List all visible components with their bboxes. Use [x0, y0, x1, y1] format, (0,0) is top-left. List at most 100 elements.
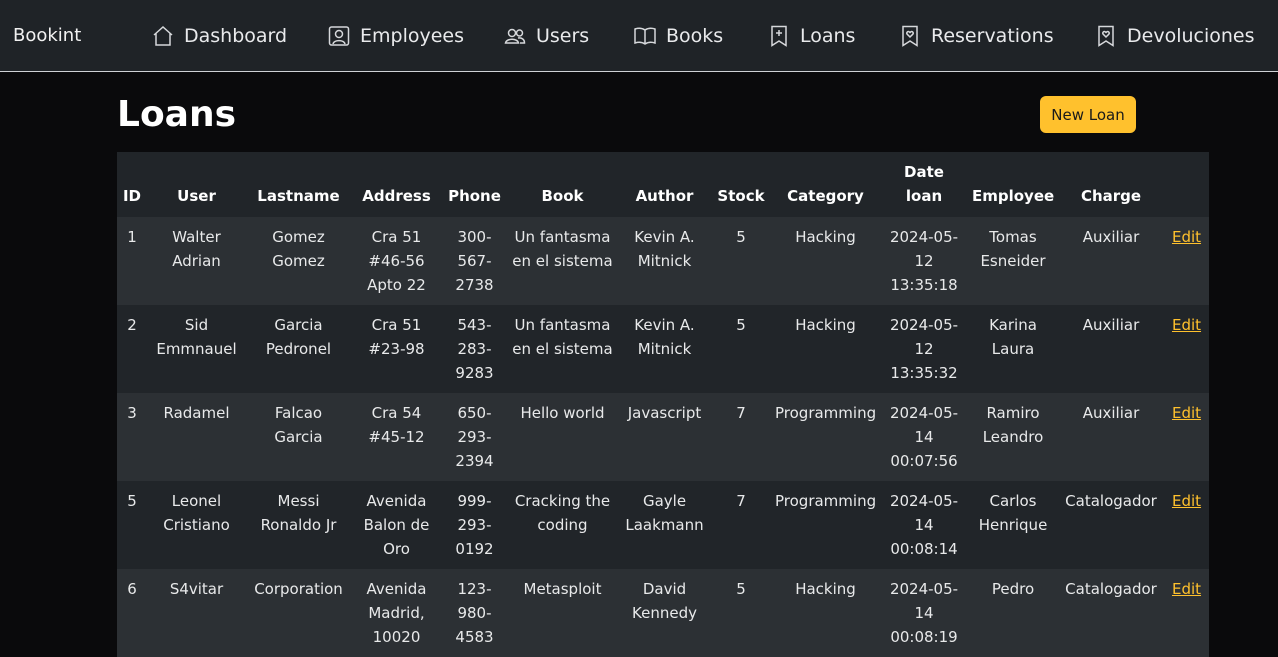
bookmark-plus-icon	[771, 25, 787, 47]
cell-address: Avenida Balon de Oro	[363, 492, 430, 558]
cell-user: Walter Adrian	[172, 228, 221, 270]
cell-actions: Edit	[1164, 393, 1209, 481]
person-badge-icon	[328, 25, 350, 46]
cell-date-loan: 2024-05-12 13:35:18	[889, 228, 959, 294]
cell-category: Hacking	[795, 316, 856, 334]
cell-author: Javascript	[627, 404, 702, 422]
page-title: Loans	[117, 94, 237, 135]
cell-stock: 5	[736, 580, 746, 598]
cell-phone: 999-293-0192	[455, 492, 494, 558]
cell-author: Kevin A. Mitnick	[634, 316, 695, 358]
bookmark-heart-icon	[902, 25, 918, 47]
cell-user: Leonel Cristiano	[163, 492, 230, 534]
cell-charge: Auxiliar	[1082, 316, 1140, 334]
cell-book: Metasploit	[523, 580, 602, 598]
column-header-stock: Stock	[717, 187, 765, 205]
nav-item-label: Loans	[800, 24, 856, 47]
cell-category: Hacking	[795, 228, 856, 246]
nav-item-label: Books	[666, 24, 724, 47]
brand-logo[interactable]: Bookint	[13, 25, 152, 46]
cell-phone: 123-980-4583	[455, 580, 494, 646]
cell-id: 6	[127, 580, 137, 598]
nav-item-users[interactable]: Users	[503, 0, 589, 71]
column-header-lastname: Lastname	[257, 187, 340, 205]
cell-actions: Edit	[1164, 481, 1209, 569]
edit-link[interactable]: Edit	[1172, 580, 1201, 598]
cell-charge: Catalogador	[1065, 580, 1157, 598]
table-row: 2 Sid Emmnauel Garcia Pedronel Cra 51 #2…	[117, 305, 1209, 393]
cell-stock: 5	[736, 228, 746, 246]
table-row: 6 S4vitar Corporation Avenida Madrid, 10…	[117, 569, 1209, 657]
cell-book: Hello world	[520, 404, 605, 422]
nav-item-books[interactable]: Books	[633, 0, 723, 71]
edit-link[interactable]: Edit	[1172, 316, 1201, 334]
edit-link[interactable]: Edit	[1172, 404, 1201, 422]
column-header-id: ID	[122, 187, 142, 205]
cell-charge: Auxiliar	[1082, 228, 1140, 246]
cell-phone: 300-567-2738	[455, 228, 494, 294]
table-header-row: ID User Lastname Address Phone Book Auth…	[117, 152, 1209, 217]
nav-item-label: Reservations	[931, 24, 1054, 47]
cell-author: Kevin A. Mitnick	[634, 228, 695, 270]
nav-item-employees[interactable]: Employees	[327, 0, 464, 71]
cell-stock: 7	[736, 404, 746, 422]
nav-item-reservations[interactable]: Reservations	[898, 0, 1054, 71]
cell-employee: Carlos Henrique	[978, 492, 1048, 534]
cell-user: Sid Emmnauel	[156, 316, 237, 358]
table-row: 1 Walter Adrian Gomez Gomez Cra 51 #46-5…	[117, 217, 1209, 305]
cell-category: Programming	[775, 404, 877, 422]
cell-actions: Edit	[1164, 305, 1209, 393]
cell-employee: Pedro	[991, 580, 1035, 598]
cell-category: Hacking	[795, 580, 856, 598]
column-header-charge: Charge	[1080, 187, 1142, 205]
table-row: 5 Leonel Cristiano Messi Ronaldo Jr Aven…	[117, 481, 1209, 569]
cell-lastname: Corporation	[254, 580, 343, 598]
column-header-phone: Phone	[448, 187, 501, 205]
cell-lastname: Gomez Gomez	[272, 228, 325, 270]
nav-item-label: Users	[536, 24, 590, 47]
nav-item-dashboard[interactable]: Dashboard	[151, 0, 287, 71]
cell-phone: 650-293-2394	[455, 404, 494, 470]
cell-lastname: Garcia Pedronel	[265, 316, 332, 358]
loans-table-container: ID User Lastname Address Phone Book Auth…	[117, 152, 1209, 657]
column-header-address: Address	[362, 187, 431, 205]
cell-actions: Edit	[1164, 217, 1209, 305]
new-loan-button[interactable]: New Loan	[1040, 96, 1136, 133]
cell-address: Cra 51 #23-98	[368, 316, 425, 358]
cell-category: Programming	[775, 492, 877, 510]
cell-date-loan: 2024-05-12 13:35:32	[889, 316, 959, 382]
cell-employee: Tomas Esneider	[980, 228, 1046, 270]
column-header-book: Book	[541, 187, 584, 205]
cell-date-loan: 2024-05-14 00:08:19	[889, 580, 959, 646]
cell-address: Cra 51 #46-56 Apto 22	[367, 228, 426, 294]
cell-book: Cracking the coding	[514, 492, 611, 534]
cell-date-loan: 2024-05-14 00:08:14	[889, 492, 959, 558]
column-header-date-loan: Date loan	[904, 163, 944, 205]
bookmark-heart-icon	[1098, 25, 1114, 47]
cell-lastname: Falcao Garcia	[274, 404, 323, 446]
cell-employee: Karina Laura	[989, 316, 1037, 358]
cell-author: David Kennedy	[632, 580, 697, 622]
nav-item-devoluciones[interactable]: Devoluciones	[1094, 0, 1255, 71]
cell-actions: Edit	[1164, 569, 1209, 657]
cell-employee: Ramiro Leandro	[982, 404, 1044, 446]
cell-id: 1	[127, 228, 137, 246]
home-icon	[153, 25, 173, 46]
column-header-actions	[1164, 152, 1209, 217]
column-header-employee: Employee	[972, 187, 1055, 205]
column-header-user: User	[177, 187, 216, 205]
cell-stock: 5	[736, 316, 746, 334]
cell-user: Radamel	[163, 404, 230, 422]
cell-address: Avenida Madrid, 10020	[366, 580, 427, 646]
edit-link[interactable]: Edit	[1172, 228, 1201, 246]
loans-table: ID User Lastname Address Phone Book Auth…	[117, 152, 1209, 657]
edit-link[interactable]: Edit	[1172, 492, 1201, 510]
column-header-category: Category	[787, 187, 864, 205]
cell-id: 2	[127, 316, 137, 334]
cell-user: S4vitar	[169, 580, 224, 598]
cell-book: Un fantasma en el sistema	[512, 228, 613, 270]
cell-lastname: Messi Ronaldo Jr	[260, 492, 337, 534]
nav-item-label: Employees	[360, 24, 464, 47]
nav-item-loans[interactable]: Loans	[767, 0, 855, 71]
cell-charge: Auxiliar	[1082, 404, 1140, 422]
